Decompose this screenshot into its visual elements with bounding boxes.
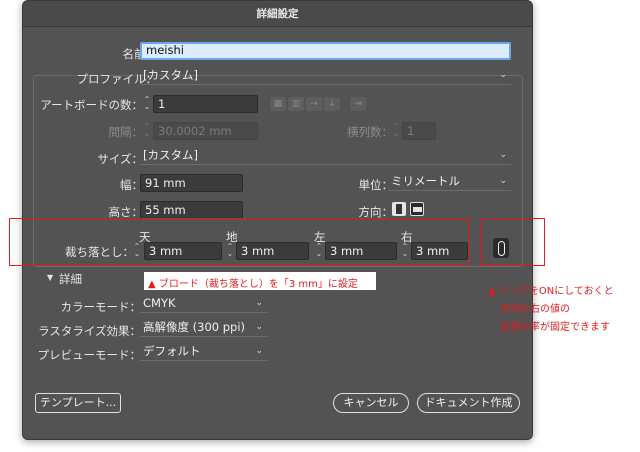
advanced-section-label[interactable]: 詳細 [59,271,82,287]
chevron-down-icon: ⌄ [255,298,263,308]
size-value: [カスタム] [143,148,198,162]
columns-input: 1 [402,122,436,140]
width-label: 幅： [120,178,143,192]
raster-effects-label: ラスタライズ効果： [38,324,141,338]
grid-by-column-icon[interactable]: ▥ [288,97,304,111]
columns-label: 横列数： [347,125,393,139]
preview-mode-select[interactable]: デフォルト ⌄ [140,343,267,361]
grid-by-row-icon[interactable]: ▦ [270,97,286,111]
artboards-stepper-icon[interactable]: ⌃ ⌄ [143,96,151,111]
disclosure-triangle-icon[interactable]: ▼ [47,273,53,282]
bleed-highlight-box [9,218,470,266]
size-select[interactable]: [カスタム] ⌄ [140,147,511,165]
size-label: サイズ： [97,152,143,166]
color-mode-select[interactable]: CMYK ⌄ [140,295,267,313]
dialog-title: 詳細設定 [23,1,532,27]
chevron-down-icon: ⌄ [499,150,507,160]
raster-effects-value: 高解像度 (300 ppi) [143,320,246,334]
chevron-down-icon: ⌄ [499,176,507,186]
columns-stepper-icon: ⌃ ⌄ [392,122,400,138]
cancel-button[interactable]: キャンセル [333,393,409,413]
chevron-down-icon: ⌄ [255,346,263,356]
preview-mode-label: プレビューモード： [37,348,142,362]
portrait-orientation-icon[interactable] [392,202,406,216]
height-input[interactable]: 55 mm [140,201,243,219]
right-to-left-icon[interactable]: ⇥ [350,97,366,111]
link-note-line1: ▲ リンクをONにしておくと [488,286,614,297]
create-document-button[interactable]: ドキュメント作成 [417,393,520,413]
bleed-note: ▲ ブロード（裁ち落とし）を「3 mm」に設定 [148,279,358,290]
raster-effects-select[interactable]: 高解像度 (300 ppi) ⌄ [140,319,267,337]
link-note-line3: 変更比率が固定できます [500,322,610,333]
spacing-stepper-icon: ⌃ ⌄ [143,122,151,138]
screenshot-stage: 詳細設定 名前： meishi プロファイル： [カスタム] ⌄ アートボードの… [0,0,640,452]
units-label: 単位： [358,178,394,192]
units-value: ミリメートル [391,174,460,188]
link-highlight-box [481,218,545,266]
width-input[interactable]: 91 mm [140,174,243,192]
spacing-input: 30.0002 mm [153,122,258,140]
link-note-line2: 天地左右の値の [500,304,570,315]
spacing-label: 間隔： [108,125,144,139]
units-select[interactable]: ミリメートル ⌄ [388,173,511,191]
profile-select[interactable]: [カスタム] ⌄ [140,67,511,85]
name-input[interactable]: meishi [140,42,511,60]
chevron-down-icon: ⌄ [255,322,263,332]
landscape-orientation-icon[interactable] [410,202,424,216]
artboards-input[interactable]: 1 [153,95,258,113]
arrange-by-column-icon[interactable]: ↓ [324,97,340,111]
artboards-label: アートボードの数： [40,98,143,112]
profile-value: [カスタム] [143,68,198,82]
templates-button[interactable]: テンプレート... [35,393,121,413]
color-mode-label: カラーモード： [60,300,142,314]
chevron-down-icon: ⌄ [499,70,507,80]
color-mode-value: CMYK [143,296,176,310]
arrange-by-row-icon[interactable]: → [306,97,322,111]
preview-mode-value: デフォルト [143,344,201,358]
